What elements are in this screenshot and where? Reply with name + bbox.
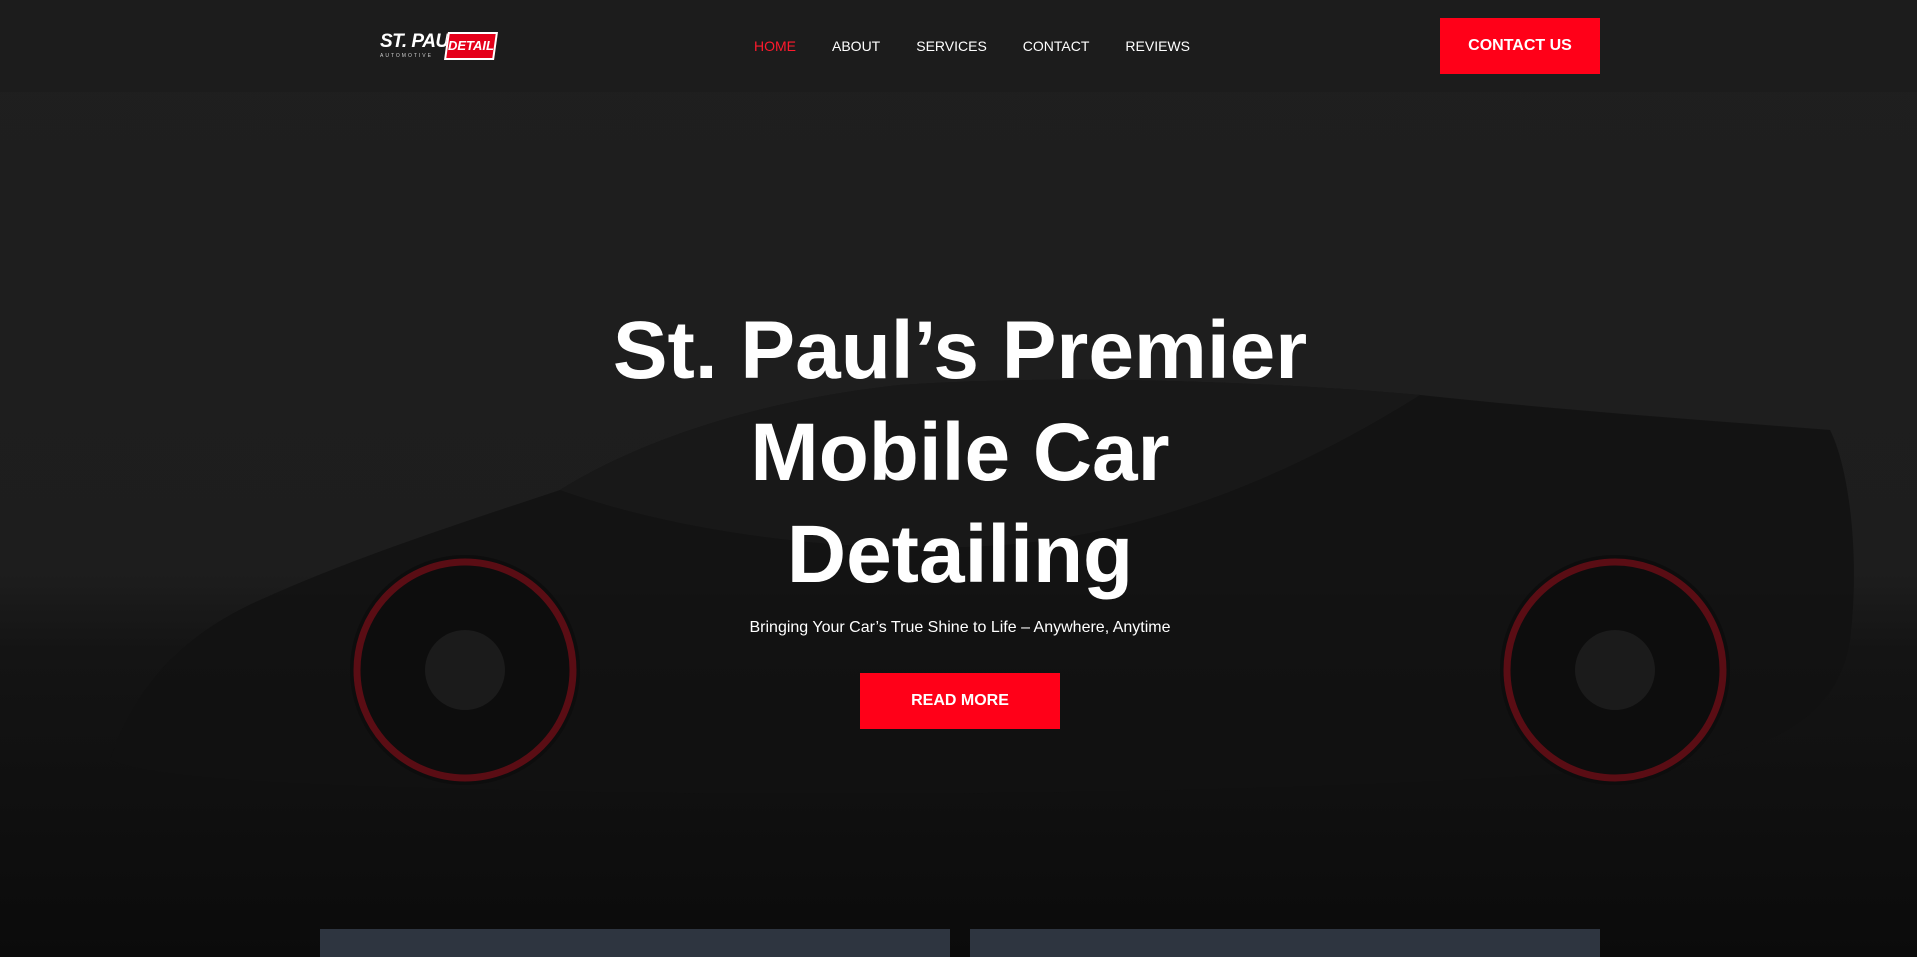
logo-subtitle: AUTOMOTIVE xyxy=(380,53,433,59)
main-nav: HOME ABOUT SERVICES CONTACT REVIEWS xyxy=(754,38,1226,54)
brand-logo[interactable]: ST. PAUL DETAIL AUTOMOTIVE xyxy=(380,31,498,63)
feature-card-right xyxy=(970,929,1600,957)
hero-title-line: Mobile Car xyxy=(750,407,1170,498)
feature-card-left xyxy=(320,929,950,957)
nav-item-services[interactable]: SERVICES xyxy=(916,38,987,54)
hero-title-line: St. Paul’s Premier xyxy=(612,305,1308,396)
contact-us-button[interactable]: CONTACT US xyxy=(1440,18,1600,74)
nav-item-reviews[interactable]: REVIEWS xyxy=(1125,38,1190,54)
hero-title: St. Paul’s Premier Mobile Car Detailing xyxy=(560,300,1360,606)
nav-item-contact[interactable]: CONTACT xyxy=(1023,38,1090,54)
nav-item-about[interactable]: ABOUT xyxy=(832,38,880,54)
read-more-button[interactable]: READ MORE xyxy=(860,673,1060,729)
logo-badge: DETAIL xyxy=(444,32,498,60)
hero-subtitle: Bringing Your Car’s True Shine to Life –… xyxy=(749,619,1171,636)
nav-item-home[interactable]: HOME xyxy=(754,38,796,54)
page: ST. PAUL DETAIL AUTOMOTIVE HOME ABOUT SE… xyxy=(0,0,1917,957)
site-header: ST. PAUL DETAIL AUTOMOTIVE HOME ABOUT SE… xyxy=(0,0,1917,92)
hero-title-line: Detailing xyxy=(786,509,1134,600)
logo-badge-text: DETAIL xyxy=(448,38,494,53)
